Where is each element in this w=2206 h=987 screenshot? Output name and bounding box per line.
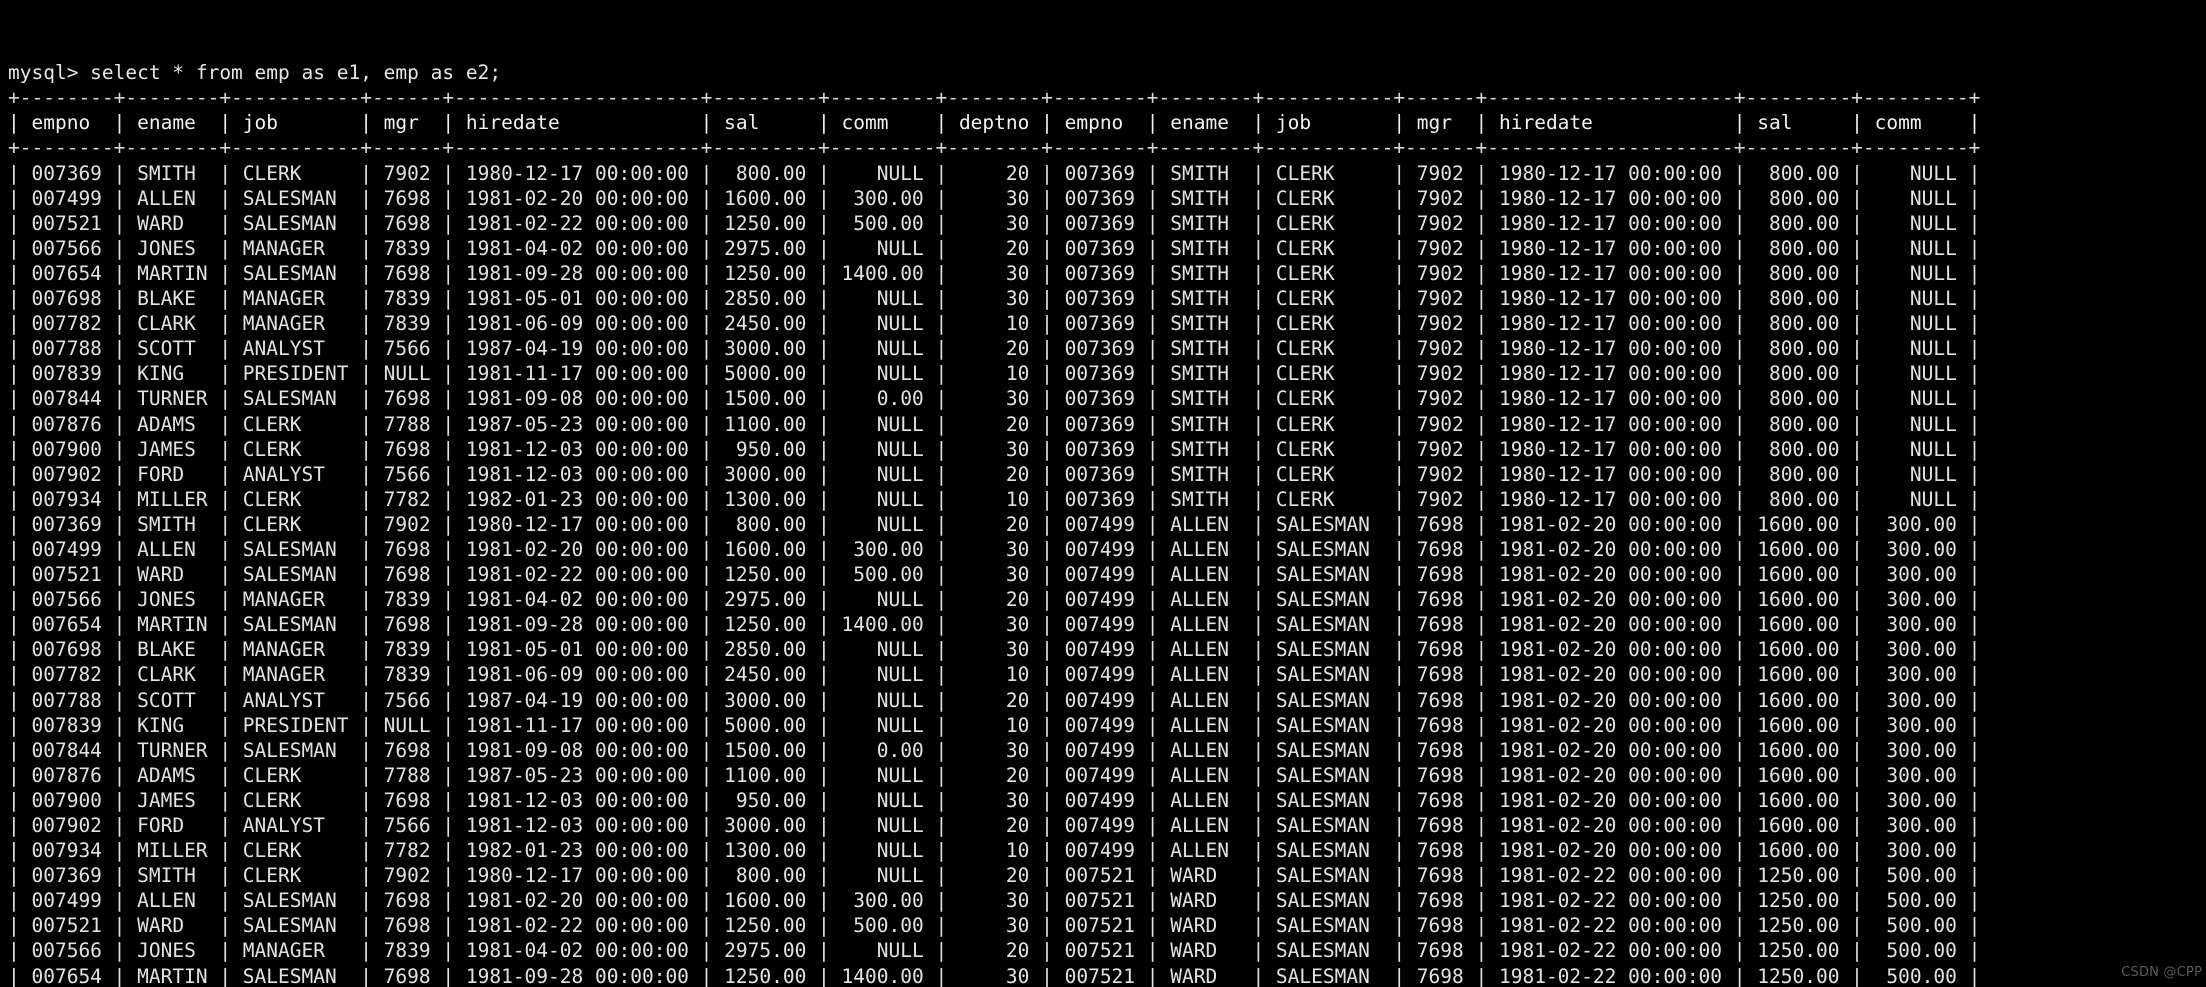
table-row: | 007902 | FORD | ANALYST | 7566 | 1981-… xyxy=(8,462,1981,486)
table-row: | 007369 | SMITH | CLERK | 7902 | 1980-1… xyxy=(8,512,1981,536)
table-row: | 007788 | SCOTT | ANALYST | 7566 | 1987… xyxy=(8,337,1981,361)
table-row: | 007876 | ADAMS | CLERK | 7788 | 1987-0… xyxy=(8,412,1981,436)
table-row: | 007934 | MILLER | CLERK | 7782 | 1982-… xyxy=(8,487,1981,511)
table-row: | 007844 | TURNER | SALESMAN | 7698 | 19… xyxy=(8,738,1981,762)
table-row: | 007654 | MARTIN | SALESMAN | 7698 | 19… xyxy=(8,261,1981,285)
table-row: | 007566 | JONES | MANAGER | 7839 | 1981… xyxy=(8,236,1981,260)
table-row: | 007900 | JAMES | CLERK | 7698 | 1981-1… xyxy=(8,437,1981,461)
csdn-watermark: CSDN @CPP xyxy=(2121,964,2202,980)
table-row: | 007521 | WARD | SALESMAN | 7698 | 1981… xyxy=(8,914,1981,938)
table-rule-top: +--------+--------+-----------+------+--… xyxy=(8,86,1981,110)
table-row: | 007499 | ALLEN | SALESMAN | 7698 | 198… xyxy=(8,537,1981,561)
table-row: | 007934 | MILLER | CLERK | 7782 | 1982-… xyxy=(8,839,1981,863)
table-rule-header: +--------+--------+-----------+------+--… xyxy=(8,136,1981,160)
table-row: | 007900 | JAMES | CLERK | 7698 | 1981-1… xyxy=(8,788,1981,812)
table-row: | 007782 | CLARK | MANAGER | 7839 | 1981… xyxy=(8,663,1981,687)
table-row: | 007876 | ADAMS | CLERK | 7788 | 1987-0… xyxy=(8,763,1981,787)
table-row: | 007654 | MARTIN | SALESMAN | 7698 | 19… xyxy=(8,964,1981,987)
table-row: | 007698 | BLAKE | MANAGER | 7839 | 1981… xyxy=(8,287,1981,311)
table-row: | 007654 | MARTIN | SALESMAN | 7698 | 19… xyxy=(8,613,1981,637)
prompt-line: mysql> select * from emp as e1, emp as e… xyxy=(8,61,502,85)
table-row: | 007369 | SMITH | CLERK | 7902 | 1980-1… xyxy=(8,161,1981,185)
table-row: | 007698 | BLAKE | MANAGER | 7839 | 1981… xyxy=(8,638,1981,662)
table-row: | 007566 | JONES | MANAGER | 7839 | 1981… xyxy=(8,939,1981,963)
table-row: | 007788 | SCOTT | ANALYST | 7566 | 1987… xyxy=(8,688,1981,712)
terminal-output: mysql> select * from emp as e1, emp as e… xyxy=(8,60,2206,987)
table-row: | 007369 | SMITH | CLERK | 7902 | 1980-1… xyxy=(8,864,1981,888)
table-row: | 007782 | CLARK | MANAGER | 7839 | 1981… xyxy=(8,312,1981,336)
table-row: | 007902 | FORD | ANALYST | 7566 | 1981-… xyxy=(8,814,1981,837)
table-row: | 007499 | ALLEN | SALESMAN | 7698 | 198… xyxy=(8,186,1981,210)
table-row: | 007521 | WARD | SALESMAN | 7698 | 1981… xyxy=(8,563,1981,587)
mysql-terminal[interactable]: mysql> select * from emp as e1, emp as e… xyxy=(0,0,2206,987)
table-row: | 007521 | WARD | SALESMAN | 7698 | 1981… xyxy=(8,211,1981,235)
table-header-row: | empno | ename | job | mgr | hiredate |… xyxy=(8,111,1981,135)
table-row: | 007844 | TURNER | SALESMAN | 7698 | 19… xyxy=(8,387,1981,411)
table-row: | 007839 | KING | PRESIDENT | NULL | 198… xyxy=(8,362,1981,386)
table-row: | 007499 | ALLEN | SALESMAN | 7698 | 198… xyxy=(8,889,1981,913)
table-row: | 007566 | JONES | MANAGER | 7839 | 1981… xyxy=(8,588,1981,612)
table-row: | 007839 | KING | PRESIDENT | NULL | 198… xyxy=(8,713,1981,737)
